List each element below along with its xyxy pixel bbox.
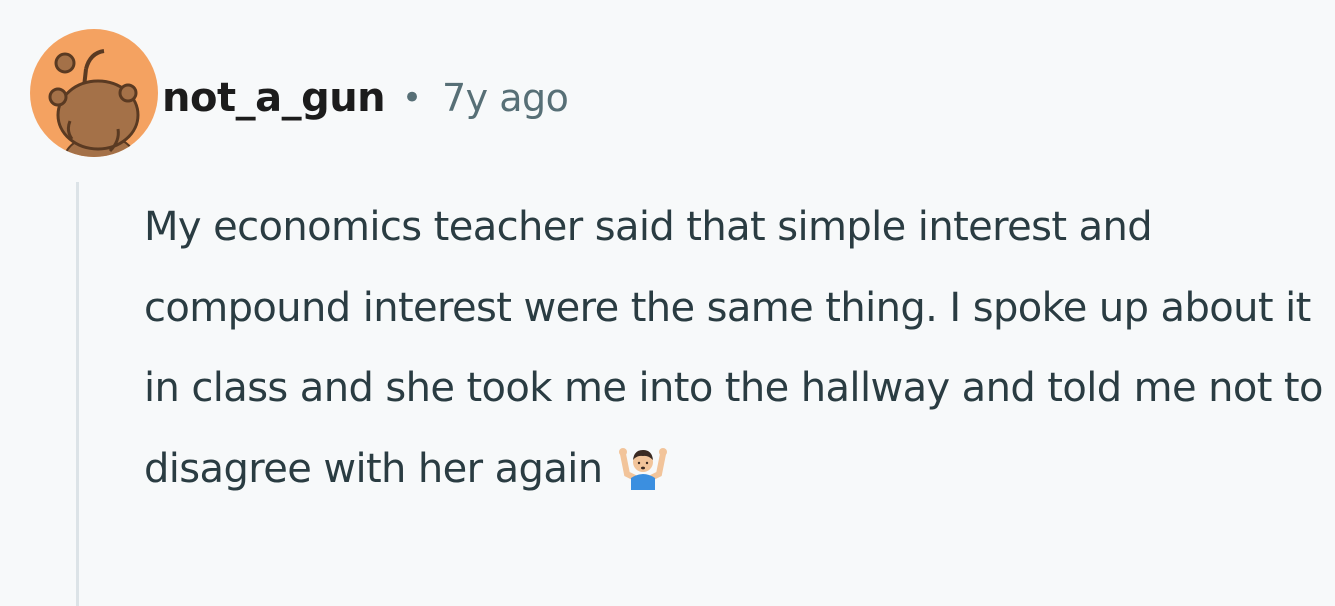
username[interactable]: not_a_gun — [162, 72, 386, 124]
comment-body-text: My economics teacher said that simple in… — [144, 204, 1323, 492]
thread-line[interactable] — [76, 182, 79, 606]
person-shrugging-emoji-icon — [617, 437, 669, 490]
timestamp[interactable]: 7y ago — [442, 72, 569, 124]
separator-dot: • — [402, 78, 423, 118]
snoo-avatar-icon — [48, 49, 140, 157]
comment-text: My economics teacher said that simple in… — [144, 187, 1329, 509]
avatar[interactable] — [30, 29, 158, 157]
